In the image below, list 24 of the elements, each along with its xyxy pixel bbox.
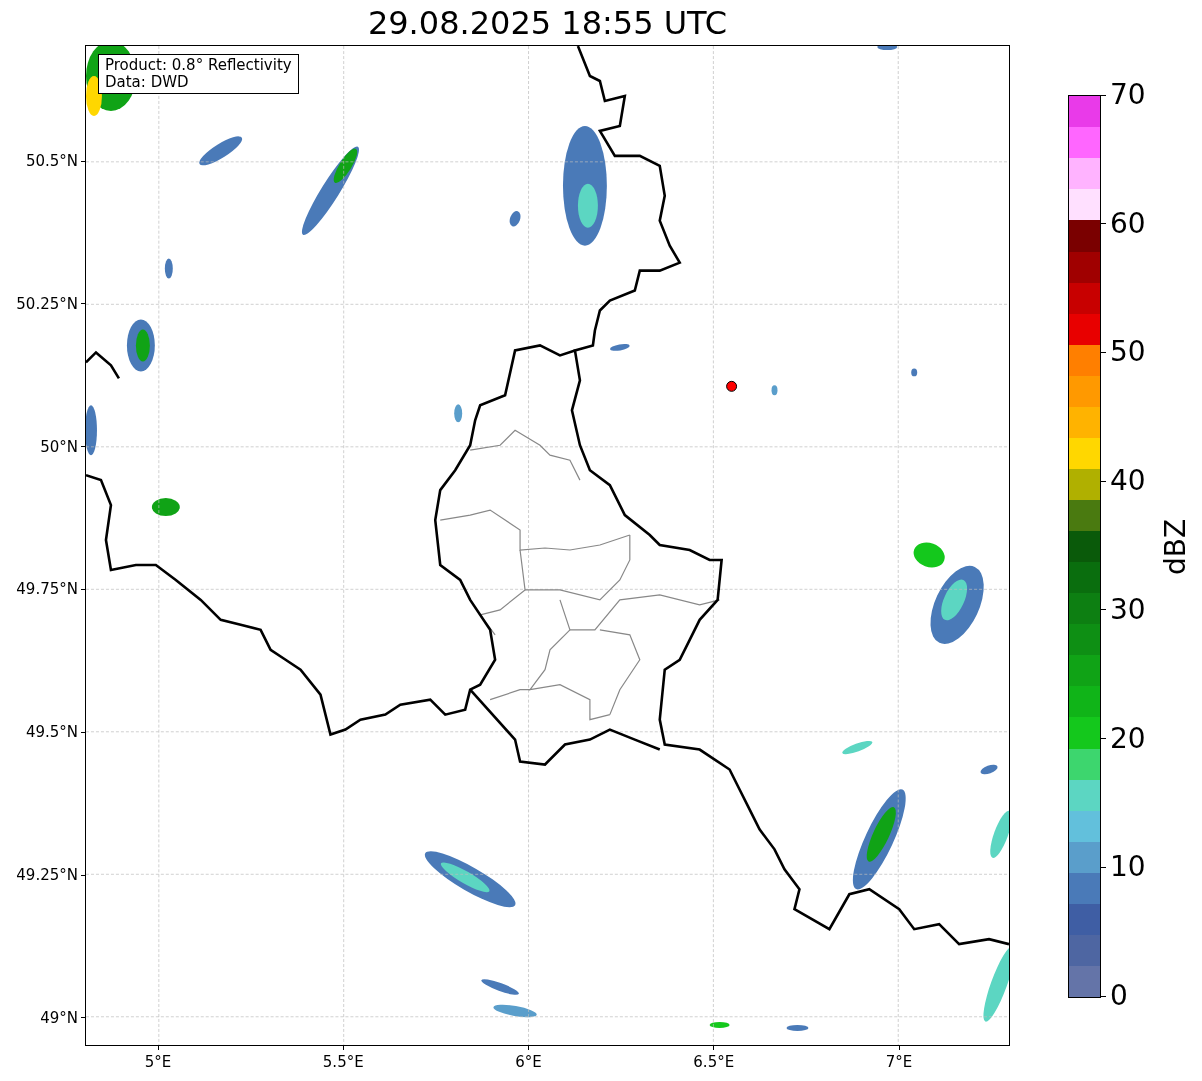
colorbar-label: dBZ bbox=[1162, 518, 1190, 575]
colorbar-tick-label: 60 bbox=[1110, 208, 1146, 239]
colorbar-tick-label: 70 bbox=[1110, 80, 1146, 110]
annotation-text: Product: 0.8° Reflectivity bbox=[105, 57, 292, 74]
latitude-label: 50.5°N bbox=[25, 152, 78, 170]
annotation-text: Data: DWD bbox=[105, 74, 190, 91]
latitude-label: 49.25°N bbox=[16, 866, 78, 884]
colorbar-tick-label: 20 bbox=[1110, 723, 1146, 754]
longitude-label: 7°E bbox=[885, 1053, 913, 1071]
colorbar-tick-label: 0 bbox=[1110, 981, 1128, 1011]
longitude-label: 6°E bbox=[515, 1053, 542, 1071]
colorbar-tick-label: 40 bbox=[1110, 466, 1146, 497]
colorbar-tick-label: 30 bbox=[1110, 594, 1146, 625]
longitude-label: 5.5°E bbox=[322, 1053, 364, 1071]
longitude-label: 6.5°E bbox=[693, 1053, 735, 1071]
chart-title: 29.08.2025 18:55 UTC bbox=[367, 6, 728, 39]
latitude-label: 49.75°N bbox=[16, 580, 78, 599]
colorbar-tick-label: 50 bbox=[1110, 337, 1146, 368]
latitude-label: 50.25°N bbox=[16, 294, 78, 313]
latitude-label: 50°N bbox=[40, 437, 78, 456]
latitude-label: 49°N bbox=[40, 1008, 78, 1027]
latitude-label: 49.5°N bbox=[25, 723, 78, 742]
longitude-label: 5°E bbox=[144, 1053, 172, 1071]
colorbar-tick-label: 10 bbox=[1110, 852, 1146, 883]
